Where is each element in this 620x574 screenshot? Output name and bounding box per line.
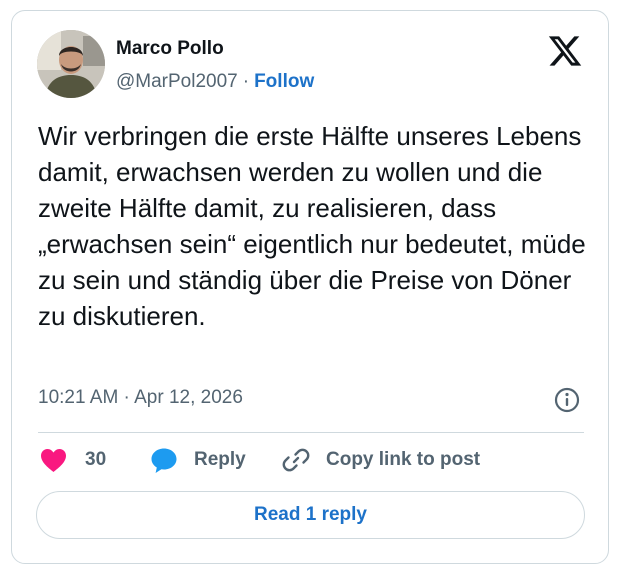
- speech-bubble-icon: [150, 447, 178, 474]
- like-button[interactable]: 30: [40, 445, 106, 475]
- handle-separator: ·: [242, 71, 250, 92]
- reply-label: Reply: [194, 449, 246, 470]
- tweet-timestamp[interactable]: 10:21 AM · Apr 12, 2026: [38, 387, 243, 409]
- follow-button[interactable]: Follow: [254, 71, 314, 92]
- avatar-image: [37, 30, 105, 98]
- reply-button[interactable]: Reply: [150, 445, 246, 475]
- like-count: 30: [85, 449, 107, 470]
- copy-link-label: Copy link to post: [326, 449, 481, 470]
- copy-link-button[interactable]: Copy link to post: [282, 445, 480, 475]
- divider: [38, 432, 584, 433]
- tweet-text: Wir verbringen die erste Hälfte unseres …: [38, 121, 586, 331]
- tweet-card: Marco Pollo @MarPol2007 · Follow Wir verbr…: [11, 10, 609, 564]
- link-icon: [282, 446, 310, 474]
- action-bar: 30 Reply Copy link to post: [38, 445, 584, 475]
- read-replies-button[interactable]: Read 1 reply: [36, 491, 585, 539]
- user-handle[interactable]: @MarPol2007: [116, 71, 238, 92]
- display-name[interactable]: Marco Pollo: [116, 38, 224, 60]
- heart-icon: [40, 448, 67, 473]
- handle-row: @MarPol2007 · Follow: [116, 71, 314, 93]
- x-logo-icon[interactable]: [547, 33, 583, 69]
- info-icon[interactable]: [553, 386, 581, 414]
- avatar[interactable]: [37, 30, 105, 98]
